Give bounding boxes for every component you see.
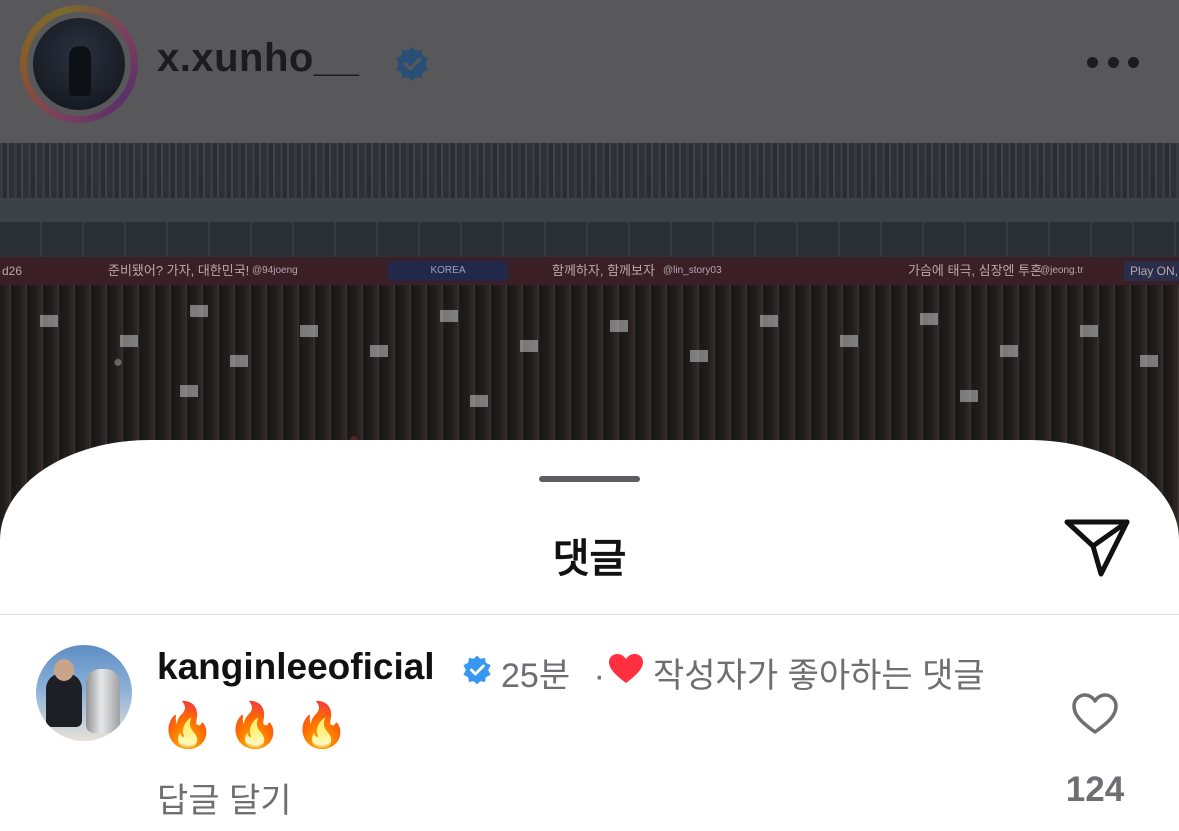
reply-button[interactable]: 답글 달기: [157, 773, 292, 822]
story-avatar[interactable]: [20, 5, 138, 123]
commenter-avatar[interactable]: [36, 645, 132, 741]
like-heart-icon[interactable]: [1071, 692, 1119, 736]
creator-liked-label: 작성자가 좋아하는 댓글: [653, 657, 985, 695]
send-icon[interactable]: [1063, 516, 1131, 578]
stadium-banner: d26 준비됐어? 가자, 대한민국! @94joeng KOREA 함께하자,…: [0, 257, 1179, 285]
verified-badge-icon: [463, 655, 491, 685]
comment-text: 🔥 🔥 🔥: [160, 701, 349, 750]
sheet-title: 댓글: [552, 537, 627, 581]
meta-separator: ·: [593, 657, 605, 695]
verified-badge-icon: [395, 46, 429, 82]
like-count: 124: [1065, 770, 1125, 809]
more-horizontal-icon[interactable]: [1087, 54, 1139, 70]
creator-liked-heart-icon: [609, 654, 643, 683]
post-username[interactable]: x.xunho__: [157, 36, 359, 81]
sheet-grabber[interactable]: [539, 476, 640, 482]
comment-username[interactable]: kanginleeoficial: [157, 646, 435, 688]
post-header: x.xunho__: [0, 0, 1179, 143]
comment-time: 25분: [501, 657, 571, 695]
sheet-divider: [0, 614, 1179, 615]
comment-meta: 25분 ·: [501, 648, 605, 697]
